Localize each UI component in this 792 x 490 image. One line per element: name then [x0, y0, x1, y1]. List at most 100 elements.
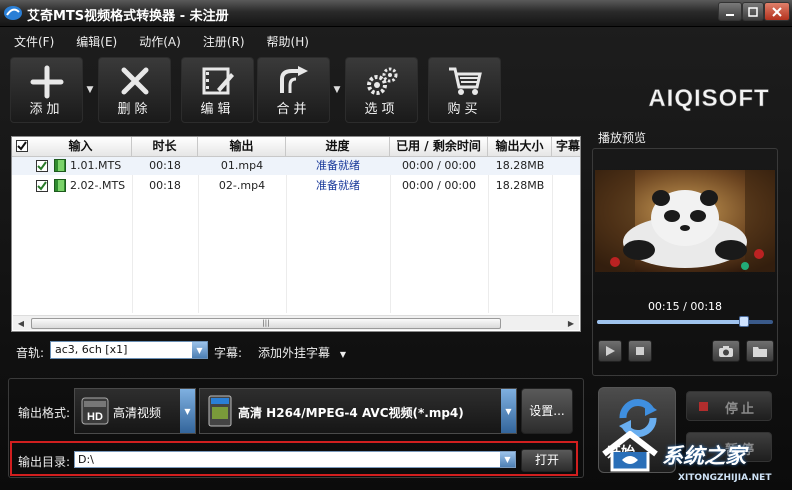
mp4-file-icon: [208, 395, 232, 427]
scrollbar-thumb[interactable]: |||: [31, 318, 501, 329]
scroll-right-icon[interactable]: ▶: [565, 318, 577, 329]
column-duration[interactable]: 时长: [132, 137, 198, 157]
site-watermark: 系统之家 XITONGZHIJIA.NET: [600, 428, 790, 488]
chevron-down-icon: ▼: [339, 350, 346, 359]
watermark-house-icon: [602, 431, 658, 472]
merge-button[interactable]: 合并: [257, 57, 330, 123]
audio-track-value: ac3, 6ch [x1]: [55, 343, 128, 356]
open-directory-button[interactable]: 打开: [521, 449, 573, 472]
close-icon: [772, 6, 782, 17]
film-edit-icon: [202, 67, 234, 95]
select-all-checkbox[interactable]: [16, 140, 28, 152]
subtitle-label: 字幕:: [214, 346, 243, 360]
merge-dropdown-button[interactable]: ▼: [330, 57, 344, 123]
camera-icon: [719, 345, 733, 357]
add-dropdown-button[interactable]: ▼: [83, 57, 97, 123]
horizontal-scrollbar[interactable]: ◀ ||| ▶: [13, 315, 579, 330]
output-format-label: 输出格式:: [18, 406, 71, 420]
add-button[interactable]: 添加: [10, 57, 83, 123]
video-file-icon: [54, 159, 66, 172]
stop-icon: [699, 402, 708, 411]
seek-handle[interactable]: [738, 316, 749, 327]
row-size: 18.28MB: [495, 179, 545, 192]
playback-time: 00:15 / 00:18: [647, 300, 723, 313]
column-subtitle[interactable]: 字幕: [552, 137, 580, 157]
seek-progress: [597, 320, 744, 324]
subtitle-select[interactable]: 添加外挂字幕 ▼: [258, 344, 346, 361]
menu-edit[interactable]: 编辑(E): [62, 28, 125, 52]
folder-icon: [753, 346, 767, 357]
row-checkbox[interactable]: [36, 160, 48, 172]
dropdown-arrow-icon: ▼: [86, 85, 94, 95]
menu-bar: 文件(F) 编辑(E) 动作(A) 注册(R) 帮助(H): [0, 28, 792, 52]
buy-button[interactable]: 购买: [428, 57, 501, 123]
table-row[interactable]: 1.01.MTS 00:18 01.mp4 准备就绪 00:00 / 00:00…: [12, 157, 580, 175]
svg-text:HD: HD: [87, 411, 103, 423]
settings-button[interactable]: 设置...: [521, 388, 573, 434]
open-folder-button[interactable]: [746, 340, 774, 362]
menu-help[interactable]: 帮助(H): [253, 28, 317, 52]
stop-preview-button[interactable]: [628, 340, 652, 362]
row-progress: 准备就绪: [316, 159, 360, 172]
seek-slider[interactable]: [597, 316, 773, 327]
maximize-button[interactable]: [742, 2, 764, 21]
column-input[interactable]: 输入: [30, 137, 132, 157]
format-category-select[interactable]: HD 高清视频 ▼: [74, 388, 196, 434]
maximize-icon: [748, 6, 758, 17]
subtitle-value: 添加外挂字幕: [258, 346, 331, 360]
row-duration: 00:18: [149, 159, 181, 172]
row-progress: 准备就绪: [316, 179, 360, 192]
output-format-value: 高清 H264/MPEG-4 AVC视频(*.mp4): [238, 406, 464, 420]
output-directory-input[interactable]: D:\ ▼: [74, 451, 516, 468]
stop-icon: [636, 347, 644, 355]
scroll-left-icon[interactable]: ◀: [15, 318, 27, 329]
row-checkbox[interactable]: [36, 180, 48, 192]
brand-logo: AIQISOFT: [648, 85, 769, 113]
column-output[interactable]: 输出: [198, 137, 286, 157]
close-button[interactable]: [764, 2, 790, 21]
output-directory-value: D:\: [78, 453, 94, 466]
minimize-button[interactable]: [718, 2, 742, 21]
title-bar: 艾奇MTS视频格式转换器 - 未注册: [0, 0, 792, 27]
row-size: 18.28MB: [495, 159, 545, 172]
watermark-url: XITONGZHIJIA.NET: [678, 473, 772, 483]
chevron-down-icon[interactable]: ▼: [500, 452, 515, 467]
app-window: 艾奇MTS视频格式转换器 - 未注册 文件(F) 编辑(E) 动作(A) 注册(…: [0, 0, 792, 490]
delete-label: 删除: [117, 102, 152, 117]
brand-logo-text: AIQISOFT: [648, 85, 769, 112]
chevron-down-icon[interactable]: ▼: [180, 389, 195, 433]
row-time: 00:00 / 00:00: [401, 179, 477, 192]
table-row[interactable]: 2.02-.MTS 00:18 02-.mp4 准备就绪 00:00 / 00:…: [12, 177, 580, 195]
column-time[interactable]: 已用 / 剩余时间: [390, 137, 488, 157]
edit-button[interactable]: 编辑: [181, 57, 254, 123]
column-progress[interactable]: 进度: [286, 137, 390, 157]
row-output: 01.mp4: [220, 159, 264, 172]
stop-button[interactable]: 停止: [686, 391, 772, 421]
row-time: 00:00 / 00:00: [401, 159, 477, 172]
gears-icon: [366, 67, 397, 95]
play-button[interactable]: [598, 340, 622, 362]
snapshot-button[interactable]: [712, 340, 740, 362]
menu-action[interactable]: 动作(A): [125, 28, 189, 52]
hd-icon: HD: [81, 397, 109, 425]
format-category-value: 高清视频: [113, 406, 162, 420]
menu-register[interactable]: 注册(R): [189, 28, 253, 52]
audio-track-label: 音轨:: [16, 346, 45, 360]
chevron-down-icon[interactable]: ▼: [192, 342, 207, 358]
video-file-icon: [54, 179, 66, 192]
cart-icon: [448, 67, 482, 95]
menu-file[interactable]: 文件(F): [0, 28, 62, 52]
options-button[interactable]: 选项: [345, 57, 418, 123]
merge-label: 合并: [276, 102, 311, 117]
output-format-select[interactable]: 高清 H264/MPEG-4 AVC视频(*.mp4) ▼: [199, 388, 517, 434]
play-icon: [606, 346, 615, 356]
audio-track-select[interactable]: ac3, 6ch [x1] ▼: [50, 341, 208, 359]
plus-icon: [30, 65, 63, 99]
delete-button[interactable]: 删除: [98, 57, 171, 123]
preview-title: 播放预览: [598, 131, 647, 145]
watermark-text: 系统之家: [662, 444, 746, 468]
merge-arrow-icon: [279, 66, 308, 93]
chevron-down-icon[interactable]: ▼: [501, 389, 516, 433]
column-size[interactable]: 输出大小: [488, 137, 552, 157]
file-list-header: 输入 时长 输出 进度 已用 / 剩余时间 输出大小 字幕: [12, 137, 580, 157]
